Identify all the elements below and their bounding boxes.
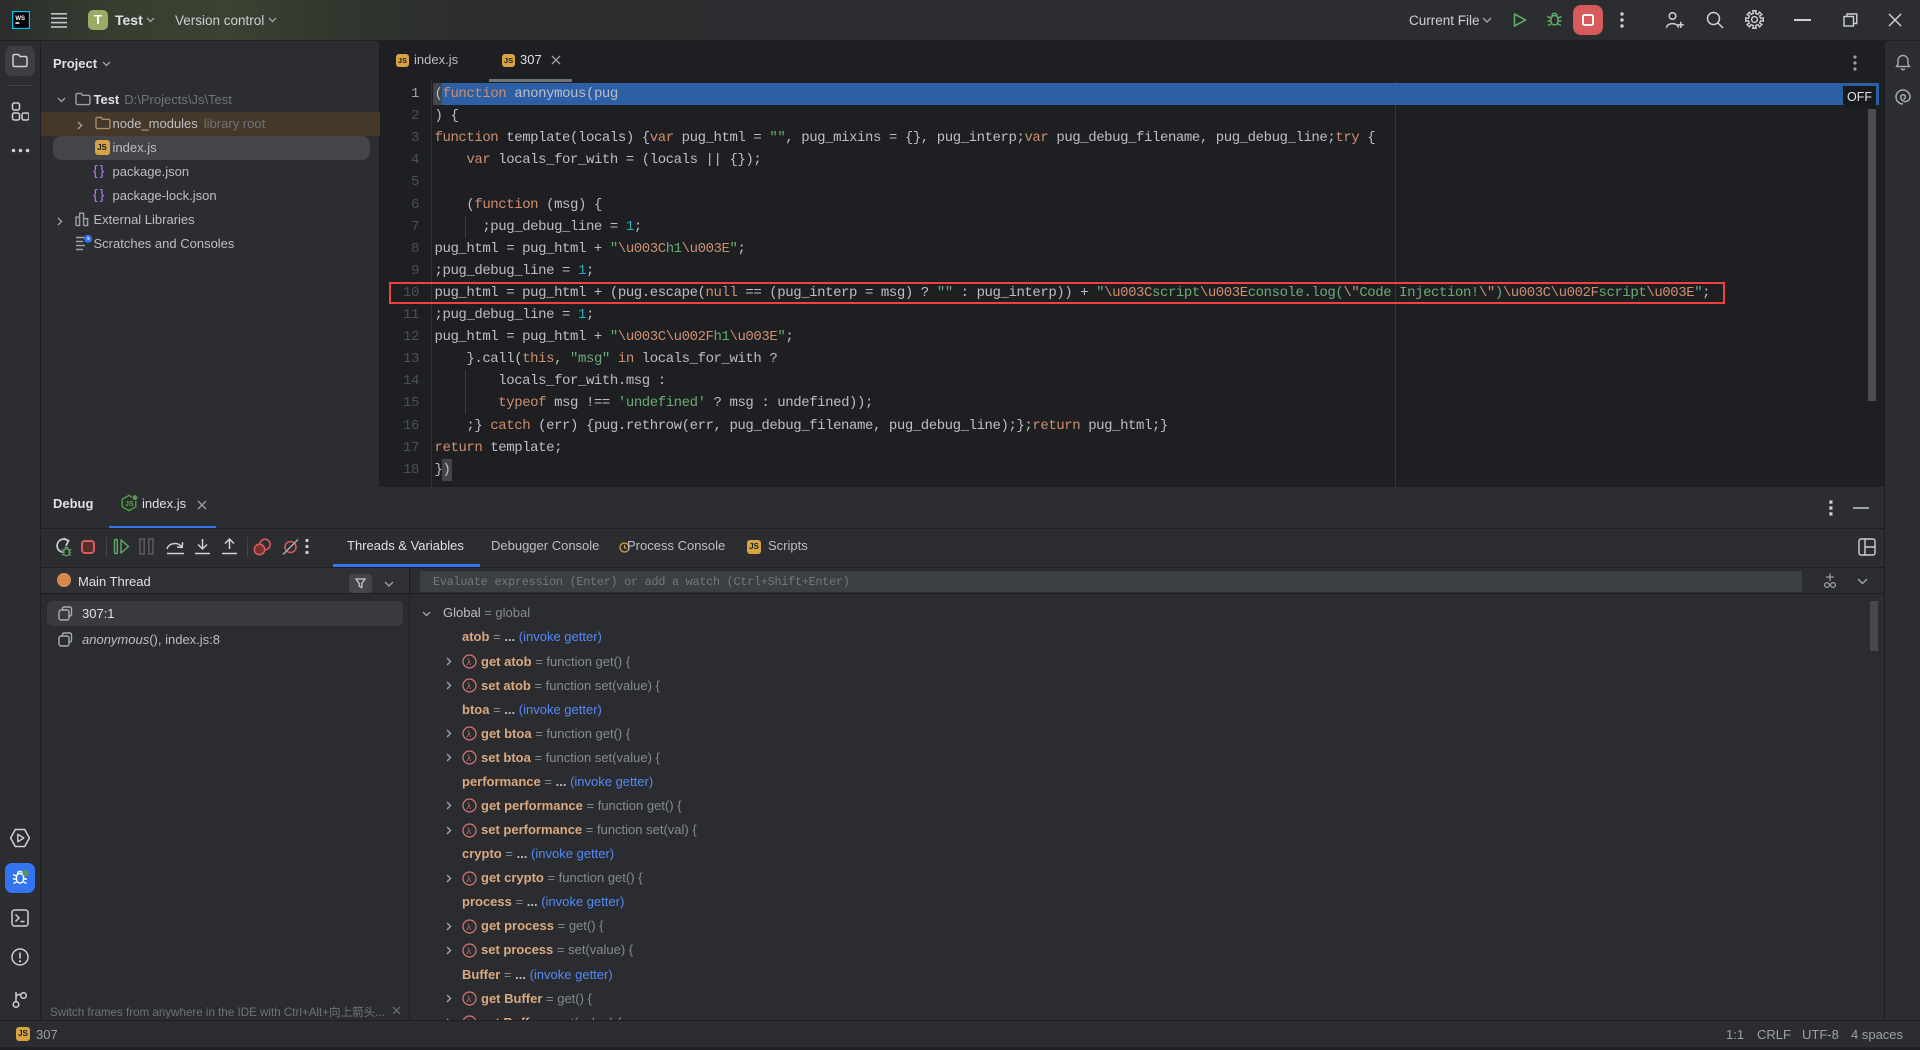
svg-text:JS: JS [125, 501, 134, 508]
svg-text:λ: λ [467, 947, 472, 957]
svg-text:λ: λ [467, 682, 472, 692]
svg-text:λ: λ [467, 995, 472, 1005]
svg-text:λ: λ [467, 754, 472, 764]
svg-text:λ: λ [467, 730, 472, 740]
svg-text:λ: λ [467, 658, 472, 668]
svg-text:λ: λ [467, 802, 472, 812]
svg-text:WS: WS [15, 16, 25, 22]
svg-text:λ: λ [467, 923, 472, 933]
svg-text:λ: λ [467, 875, 472, 885]
svg-text:λ: λ [467, 827, 472, 837]
